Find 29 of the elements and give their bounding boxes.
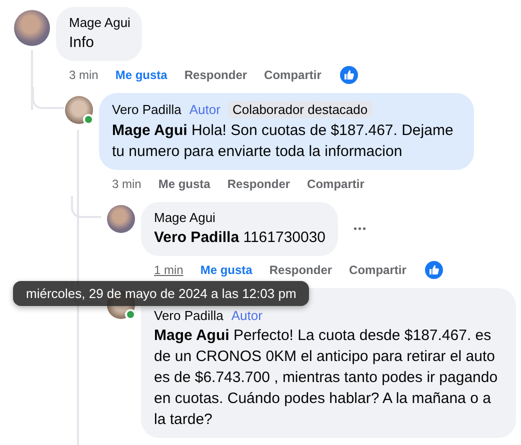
comment-text: Info	[69, 33, 96, 53]
thumbs-up-icon[interactable]	[425, 261, 444, 279]
action-link[interactable]: Me gusta	[115, 68, 168, 82]
author-name[interactable]: Mage Agui	[154, 210, 216, 225]
action-link[interactable]: Compartir	[307, 177, 364, 191]
comment-text: Vero Padilla 1161730030	[154, 228, 326, 248]
timestamp-link[interactable]: 1 min	[154, 263, 184, 277]
action-link[interactable]: Me gusta	[200, 263, 252, 277]
author-label: Autor	[188, 102, 222, 117]
action-link[interactable]: Compartir	[264, 68, 322, 82]
author-badge: Colaborador destacado	[228, 101, 372, 118]
timestamp-link[interactable]: 3 min	[69, 68, 98, 82]
action-link[interactable]: Responder	[184, 68, 248, 82]
comment-text: Mage Agui Hola! Son cuotas de $187.467. Dejame tu numero para enviarte toda la informacion	[112, 121, 454, 162]
action-link[interactable]: Responder	[227, 177, 290, 191]
author-name[interactable]: Vero Padilla	[154, 308, 224, 323]
action-link[interactable]: Compartir	[349, 263, 406, 277]
action-link[interactable]: Me gusta	[158, 177, 210, 191]
author-name[interactable]: Mage Agui	[69, 15, 130, 30]
author-label: Autor	[230, 308, 264, 323]
timestamp-link[interactable]: 3 min	[112, 177, 142, 191]
thread-line	[71, 196, 101, 218]
more-button[interactable]: •••	[350, 220, 372, 238]
author-name[interactable]: Vero Padilla	[112, 102, 182, 117]
thread-line	[32, 87, 64, 109]
date-tooltip: miércoles, 29 de mayo de 2024 a las 12:03 pm	[13, 281, 310, 306]
thumbs-up-icon[interactable]	[340, 66, 358, 84]
action-link[interactable]: Responder	[269, 263, 332, 277]
comment-text: Mage Agui Perfecto! La cuota desde $187.467. es de un CRONOS 0KM el anticipo para retirar el auto es de $6.743.700 , mientras tanto podes ir pagando en cuotas. Cuándo podes hablar? A la mañana o a la tarde?	[154, 326, 499, 430]
